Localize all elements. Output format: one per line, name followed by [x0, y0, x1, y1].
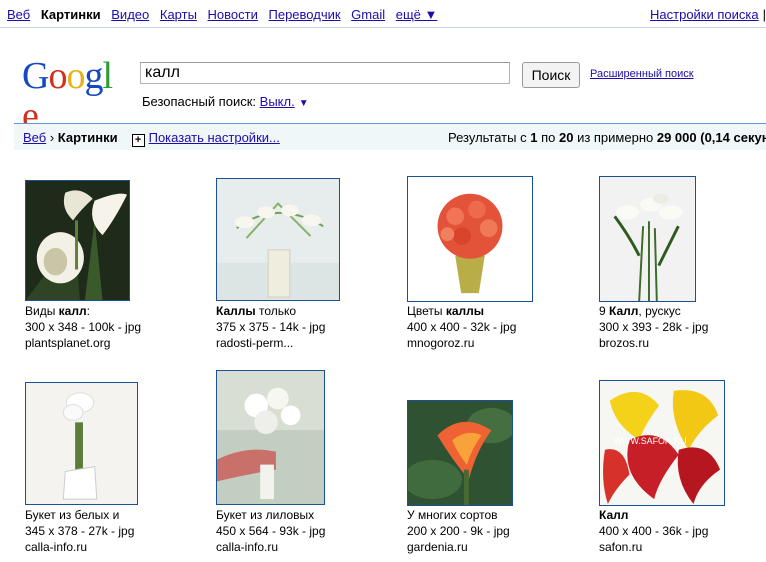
safe-search-label: Безопасный поиск: [142, 94, 257, 109]
result-domain[interactable]: calla-info.ru [216, 539, 278, 555]
logo-letter: o [66, 55, 85, 97]
result-title[interactable]: Виды калл: [25, 303, 90, 319]
result-domain[interactable]: mnogoroz.ru [407, 335, 474, 351]
stats-to: 20 [558, 130, 574, 145]
advanced-search-link[interactable]: Расширенный поиск [590, 68, 694, 80]
nav-images: Картинки [40, 7, 101, 22]
result-meta: 300 x 348 - 100k - jpg [25, 320, 142, 334]
stats-to-word: по [541, 130, 556, 145]
title-bold: Калл [599, 508, 629, 522]
nav-maps[interactable]: Карты [160, 7, 197, 22]
result-title[interactable]: Букет из лиловых [216, 507, 314, 523]
stats-of-word: из примерно [577, 130, 654, 145]
result-meta: 345 x 378 - 27k - jpg [25, 524, 135, 538]
hand-bouquet-photo[interactable] [216, 370, 325, 505]
nav-gmail[interactable]: Gmail [351, 7, 385, 22]
breadcrumb-web[interactable]: Веб [23, 130, 46, 145]
google-logo[interactable]: Google [22, 55, 126, 136]
bridal-bouquet-photo[interactable] [25, 382, 138, 505]
title-bold: калл [58, 304, 87, 318]
logo-letter: o [48, 55, 67, 97]
title-text: только [255, 304, 297, 318]
calla-glass-photo[interactable] [599, 176, 696, 302]
result-meta: 450 x 564 - 93k - jpg [216, 524, 326, 538]
calla-vase-photo[interactable] [216, 178, 340, 301]
top-right: Настройки поиска | [650, 7, 766, 22]
title-bold: Калл [609, 304, 639, 318]
nav-more[interactable]: ещё ▼ [396, 7, 438, 22]
safe-search-dropdown-icon[interactable]: ▼ [299, 98, 309, 109]
result-title[interactable]: У многих сортов [407, 507, 498, 523]
title-text: У многих сортов [407, 508, 498, 522]
yellow-red-calla-photo[interactable]: WWW.SAFON.RU [599, 380, 725, 506]
breadcrumb-separator: › [49, 130, 55, 145]
title-text: Букет из белых и [25, 508, 120, 522]
safe-search: Безопасный поиск: Выкл. ▼ [142, 94, 309, 109]
stats-total: 29 000 [656, 130, 697, 145]
result-title[interactable]: Цветы каллы [407, 303, 484, 319]
top-nav: Веб Картинки Видео Карты Новости Перевод… [7, 7, 444, 22]
search-settings-link[interactable]: Настройки поиска [650, 7, 759, 22]
result-meta: 300 x 393 - 28k - jpg [599, 320, 709, 334]
results-bar: Веб › Картинки + Показать настройки... Рез… [14, 123, 766, 150]
result-domain[interactable]: radosti-perm... [216, 335, 293, 351]
result-domain[interactable]: safon.ru [599, 539, 642, 555]
stats-prefix: Результаты с [448, 130, 527, 145]
result-domain[interactable]: calla-info.ru [25, 539, 87, 555]
title-bold: Каллы [216, 304, 256, 318]
title-text: : [86, 304, 90, 318]
title-text: 9 [599, 304, 610, 318]
top-bar: Веб Картинки Видео Карты Новости Перевод… [0, 0, 766, 28]
result-title[interactable]: Букет из белых и [25, 507, 119, 523]
result-title[interactable]: Каллы только [216, 303, 296, 319]
result-meta: 400 x 400 - 32k - jpg [407, 320, 517, 334]
result-domain[interactable]: brozos.ru [599, 335, 649, 351]
title-text: , рускус [638, 304, 681, 318]
white-calla-photo[interactable] [25, 180, 130, 301]
logo-letter: g [84, 55, 103, 97]
breadcrumb-current: Картинки [57, 130, 118, 145]
logo-letter: G [22, 55, 49, 97]
orange-calla-photo[interactable] [407, 400, 513, 506]
title-text: Букет из лиловых [216, 508, 315, 522]
result-stats: Результаты с 1 по 20 из примерно 29 000 … [448, 130, 766, 145]
safe-search-value[interactable]: Выкл. [260, 94, 295, 109]
result-meta: 375 x 375 - 14k - jpg [216, 320, 326, 334]
breadcrumb: Веб › Картинки + Показать настройки... [23, 130, 280, 147]
show-settings-link[interactable]: Показать настройки... [149, 130, 280, 145]
result-domain[interactable]: plantsplanet.org [25, 335, 110, 351]
orange-bouquet-photo[interactable] [407, 176, 533, 302]
plus-icon[interactable]: + [131, 134, 145, 147]
logo-letter: l [102, 55, 113, 97]
nav-video[interactable]: Видео [111, 7, 149, 22]
result-domain[interactable]: gardenia.ru [407, 539, 468, 555]
watermark-text: WWW.SAFON.RU [614, 436, 687, 446]
result-meta: 200 x 200 - 9k - jpg [407, 524, 510, 538]
nav-news[interactable]: Новости [208, 7, 258, 22]
search-input[interactable] [140, 62, 510, 84]
nav-translate[interactable]: Переводчик [269, 7, 341, 22]
title-bold: каллы [445, 304, 485, 318]
stats-time: (0,14 секун [700, 130, 766, 145]
search-button[interactable]: Поиск [522, 62, 580, 88]
title-text: Виды [25, 304, 59, 318]
result-meta: 400 x 400 - 36k - jpg [599, 524, 709, 538]
result-title[interactable]: Калл [599, 507, 628, 523]
stats-from: 1 [530, 130, 538, 145]
result-title[interactable]: 9 Калл, рускус [599, 303, 681, 319]
nav-web[interactable]: Веб [7, 7, 30, 22]
title-text: Цветы [407, 304, 446, 318]
separator: | [762, 7, 766, 22]
